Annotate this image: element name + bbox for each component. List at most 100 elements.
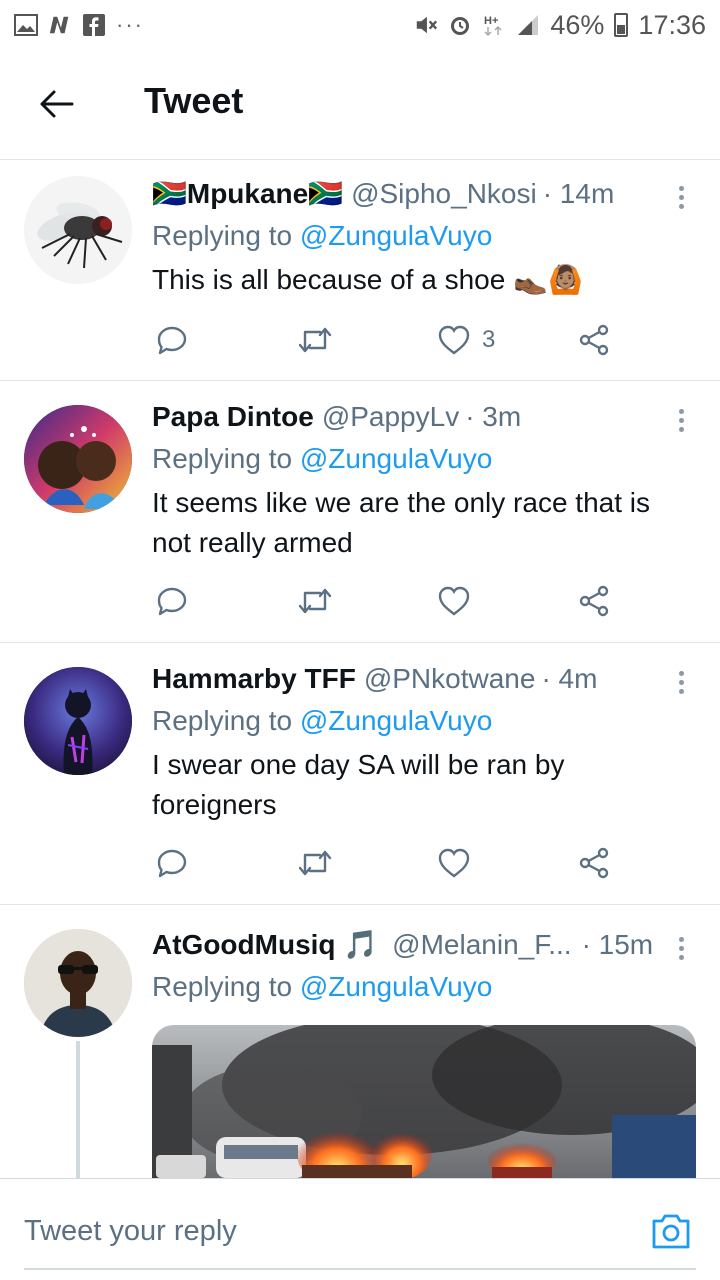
display-name[interactable]: Hammarby TFF [152, 659, 356, 699]
tweet-header: 🇿🇦Mpukane🇿🇦 @Sipho_Nkosi · 14m [152, 174, 696, 214]
tweet-text: It seems like we are the only race that … [152, 487, 650, 558]
reply-button[interactable] [156, 847, 188, 879]
share-button[interactable] [578, 324, 610, 356]
share-button[interactable] [578, 585, 610, 617]
n-app-icon [48, 13, 72, 37]
tweet-body: AtGoodMusiq 🎵 @Melanin_F... · 15m Replyi… [152, 925, 696, 1009]
like-button[interactable] [438, 586, 470, 616]
share-icon [579, 847, 609, 879]
user-handle[interactable]: @Melanin_F... [392, 925, 571, 965]
replying-prefix: Replying to [152, 705, 293, 736]
replying-to: Replying to @ZungulaVuyo [152, 437, 696, 481]
avatar[interactable] [24, 929, 132, 1037]
retweet-button[interactable] [298, 325, 332, 355]
panther-avatar-icon [24, 667, 132, 775]
heart-icon [438, 848, 470, 878]
replying-to: Replying to @ZungulaVuyo [152, 214, 696, 258]
display-name[interactable]: Papa Dintoe [152, 397, 314, 437]
share-button[interactable] [578, 847, 610, 879]
clock: 17:36 [638, 9, 706, 40]
gallery-icon [14, 13, 38, 37]
retweet-icon [298, 588, 332, 614]
more-options-icon[interactable] [666, 667, 696, 697]
replying-to-link[interactable]: @ZungulaVuyo [300, 705, 492, 736]
camera-icon [652, 1214, 690, 1249]
status-right: H+ 46% 17:36 [414, 10, 706, 41]
avatar[interactable] [24, 667, 132, 775]
replying-to-link[interactable]: @ZungulaVuyo [300, 220, 492, 251]
tweet-time: · 3m [465, 401, 522, 432]
retweet-button[interactable] [298, 586, 332, 616]
tweet-actions [152, 841, 622, 885]
tweet[interactable]: Hammarby TFF @PNkotwane · 4m Replying to… [0, 643, 720, 905]
reply-button[interactable] [156, 324, 188, 356]
user-handle[interactable]: @PNkotwane [364, 659, 536, 699]
tweet-actions [152, 579, 622, 623]
more-options-icon[interactable] [666, 182, 696, 212]
tweet-body: 🇿🇦Mpukane🇿🇦 @Sipho_Nkosi · 14m Replying … [152, 174, 696, 300]
app-header: Tweet [0, 50, 720, 160]
tweet[interactable]: AtGoodMusiq 🎵 @Melanin_F... · 15m Replyi… [0, 905, 720, 1178]
more-options-icon[interactable] [666, 405, 696, 435]
replying-to-link[interactable]: @ZungulaVuyo [300, 443, 492, 474]
tweet-header: Papa Dintoe @PappyLv · 3m [152, 397, 696, 437]
man-sunglasses-avatar-icon [24, 929, 132, 1037]
display-name[interactable]: 🇿🇦Mpukane🇿🇦 [152, 174, 343, 214]
thread-line [76, 1041, 80, 1178]
avatar[interactable] [24, 405, 132, 513]
tweet-time: · 14m [542, 178, 615, 209]
replying-prefix: Replying to [152, 220, 293, 251]
heart-icon [438, 586, 470, 616]
page-title: Tweet [144, 80, 244, 121]
more-options-icon[interactable] [666, 933, 696, 963]
reply-icon [157, 326, 187, 355]
fly-avatar-icon [37, 202, 123, 269]
replying-prefix: Replying to [152, 443, 293, 474]
tweet-actions: 3 [152, 318, 622, 362]
alarm-icon [448, 13, 472, 37]
status-left: ··· [14, 12, 144, 38]
tweet[interactable]: Papa Dintoe @PappyLv · 3m Replying to @Z… [0, 381, 720, 643]
like-button[interactable]: 3 [438, 325, 495, 355]
burning-vehicles-photo [152, 1025, 696, 1178]
reply-underline [24, 1268, 696, 1270]
user-handle[interactable]: @Sipho_Nkosi [351, 174, 537, 214]
tweet[interactable]: 🇿🇦Mpukane🇿🇦 @Sipho_Nkosi · 14m Replying … [0, 160, 720, 381]
replying-to: Replying to @ZungulaVuyo [152, 965, 696, 1009]
battery-percent: 46% [550, 9, 605, 40]
tweet-header: Hammarby TFF @PNkotwane · 4m [152, 659, 696, 699]
like-count: 3 [482, 326, 496, 353]
facebook-icon [82, 13, 106, 37]
back-button[interactable] [36, 86, 76, 122]
replying-prefix: Replying to [152, 971, 293, 1002]
svg-text:H+: H+ [484, 15, 498, 27]
tweet-time: · 15m [581, 929, 654, 960]
like-button[interactable] [438, 848, 470, 878]
tweet-header: AtGoodMusiq 🎵 @Melanin_F... · 15m [152, 925, 696, 965]
tweet-media-image[interactable] [152, 1025, 696, 1178]
hplus-icon: H+ [482, 13, 506, 37]
reply-button[interactable] [156, 585, 188, 617]
reply-icon [157, 849, 187, 878]
retweet-icon [298, 850, 332, 876]
share-icon [579, 324, 609, 356]
camera-button[interactable] [650, 1211, 692, 1251]
user-handle[interactable]: @PappyLv [322, 397, 459, 437]
display-name[interactable]: AtGoodMusiq 🎵 [152, 925, 378, 965]
battery-icon [614, 13, 629, 37]
retweet-button[interactable] [298, 848, 332, 878]
replying-to-link[interactable]: @ZungulaVuyo [300, 971, 492, 1002]
signal-icon [516, 13, 540, 37]
reply-input[interactable] [24, 1209, 624, 1253]
more-notifications: ··· [116, 12, 144, 37]
tweet-text: This is all because of a shoe 👞🙆🏽 [152, 264, 583, 295]
arrow-left-icon [40, 90, 74, 118]
reply-icon [157, 587, 187, 616]
avatar[interactable] [24, 176, 132, 284]
reply-composer [0, 1178, 720, 1280]
retweet-icon [298, 327, 332, 353]
replying-to: Replying to @ZungulaVuyo [152, 699, 696, 743]
tweet-text: I swear one day SA will be ran by foreig… [152, 749, 565, 820]
heart-icon [438, 325, 470, 355]
share-icon [579, 585, 609, 617]
